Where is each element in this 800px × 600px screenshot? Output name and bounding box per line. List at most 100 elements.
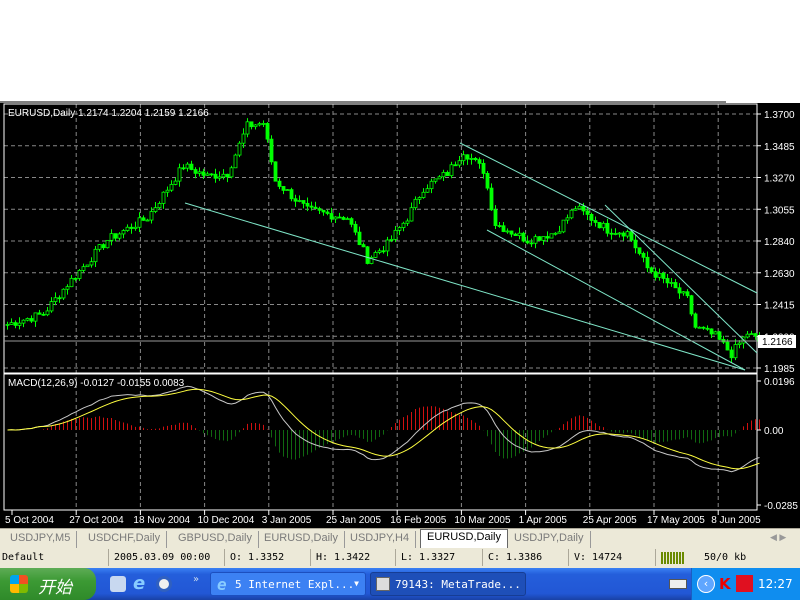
- candle-bull: [745, 333, 750, 338]
- candle-bear: [349, 218, 354, 225]
- candle-bull: [173, 180, 178, 185]
- tab-eurusd-daily[interactable]: EURUSD,Daily: [258, 531, 345, 548]
- candle-bull: [557, 231, 562, 234]
- candle-bull: [613, 233, 618, 235]
- candle-bear: [365, 246, 370, 264]
- quicklaunch-more-icon[interactable]: »: [193, 574, 199, 585]
- candle-bear: [485, 173, 490, 189]
- candle-bear: [281, 186, 286, 191]
- date-axis-label: 5 Oct 2004: [5, 515, 54, 526]
- candle-bear: [249, 121, 254, 128]
- candle-bull: [377, 250, 382, 253]
- dropdown-arrow-icon: ▼: [354, 579, 359, 588]
- candle-bear: [629, 231, 634, 241]
- candle-bull: [577, 205, 582, 210]
- candle-bull: [417, 197, 422, 200]
- trendline[interactable]: [604, 204, 758, 354]
- candle-bear: [141, 217, 146, 221]
- candle-bull: [45, 310, 50, 316]
- quicklaunch-media-icon[interactable]: [156, 576, 172, 592]
- tray-expand-icon[interactable]: ‹: [697, 575, 715, 593]
- candle-bear: [641, 253, 646, 258]
- candle-bull: [53, 297, 58, 302]
- candle-bull: [505, 230, 510, 233]
- candle-bear: [361, 244, 366, 248]
- candle-bear: [673, 282, 678, 289]
- candle-bear: [277, 180, 282, 187]
- candle-bull: [69, 277, 74, 288]
- price-axis-label: 1.3270: [764, 174, 795, 185]
- date-axis-label: 25 Jan 2005: [326, 515, 381, 526]
- candle-bear: [13, 322, 18, 326]
- candle-bull: [625, 231, 630, 237]
- candle-bear: [193, 169, 198, 174]
- start-button[interactable]: 开始: [0, 568, 96, 600]
- network-icon[interactable]: [736, 575, 753, 592]
- taskbar: 开始 e » e 5 Internet Expl... ▼ 79143: Met…: [0, 568, 800, 600]
- tab-usdjpy-daily[interactable]: USDJPY,Daily: [508, 531, 591, 548]
- candle-bear: [685, 291, 690, 297]
- connection-indicator-icon: [661, 552, 684, 564]
- macd-info: MACD(12,26,9) -0.0127 -0.0155 0.0083: [8, 378, 185, 389]
- candle-bull: [409, 207, 414, 222]
- candle-bear: [645, 256, 650, 269]
- candle-bull: [133, 226, 138, 229]
- candle-bull: [77, 270, 82, 279]
- candle-bear: [581, 205, 586, 212]
- antivirus-icon[interactable]: K: [719, 575, 731, 593]
- candle-bear: [665, 278, 670, 284]
- candle-bull: [17, 322, 22, 326]
- candle-bear: [653, 271, 658, 278]
- candle-bear: [305, 202, 310, 207]
- tab-gbpusd-daily[interactable]: GBPUSD,Daily: [172, 531, 259, 548]
- tab-scroll-arrows[interactable]: ◀ ▶: [770, 532, 786, 543]
- candle-bull: [681, 291, 686, 294]
- candle-bear: [265, 123, 270, 140]
- chart-window[interactable]: EURUSD,Daily 1.2174 1.2204 1.2159 1.2166…: [0, 103, 800, 528]
- candle-bear: [649, 267, 654, 273]
- candle-bear: [729, 349, 734, 359]
- quicklaunch-outlook-icon[interactable]: [110, 576, 126, 592]
- keyboard-icon[interactable]: [669, 579, 687, 589]
- price-axis-label: 1.3485: [764, 142, 795, 153]
- candle-bull: [333, 216, 338, 220]
- tab-usdjpy-h4[interactable]: USDJPY,H4: [344, 531, 417, 548]
- candle-bear: [201, 171, 206, 176]
- taskbar-task-ie[interactable]: e 5 Internet Expl... ▼: [210, 572, 366, 596]
- date-axis-label: 10 Dec 2004: [198, 515, 255, 526]
- candle-bull: [457, 160, 462, 166]
- candle-bull: [97, 244, 102, 250]
- blank-area: [0, 0, 800, 101]
- candle-bull: [237, 142, 242, 156]
- taskbar-task-metatrader[interactable]: 79143: MetaTrade...: [370, 572, 526, 596]
- tab-eurusd-daily-active[interactable]: EURUSD,Daily: [420, 529, 508, 549]
- candle-bull: [437, 176, 442, 180]
- current-price: 1.2166: [762, 337, 793, 348]
- candle-bear: [189, 163, 194, 170]
- trendline[interactable]: [459, 142, 758, 294]
- candle-bull: [197, 171, 202, 174]
- candle-bear: [225, 173, 230, 178]
- candle-bear: [317, 208, 322, 211]
- price-axis-label: 1.2840: [764, 237, 795, 248]
- candle-bull: [125, 226, 130, 231]
- candle-bear: [637, 247, 642, 254]
- date-axis-label: 8 Jun 2005: [711, 515, 761, 526]
- candle-bull: [385, 239, 390, 252]
- candle-bull: [93, 248, 98, 263]
- quicklaunch-ie-icon[interactable]: e: [133, 573, 145, 594]
- chart-canvas[interactable]: EURUSD,Daily 1.2174 1.2204 1.2159 1.2166…: [0, 103, 800, 528]
- candle-bear: [677, 287, 682, 294]
- chart-symbol-info: EURUSD,Daily 1.2174 1.2204 1.2159 1.2166: [8, 108, 209, 119]
- tab-usdchf-daily[interactable]: USDCHF,Daily: [82, 531, 168, 548]
- candle-bear: [273, 161, 278, 182]
- candle-bull: [401, 222, 406, 228]
- candle-bull: [549, 233, 554, 239]
- candle-bull: [257, 123, 262, 126]
- candle-bull: [737, 342, 742, 345]
- candle-bull: [21, 319, 26, 324]
- candle-bear: [717, 331, 722, 340]
- candle-bear: [493, 209, 498, 226]
- tab-usdjpy-m5[interactable]: USDJPY,M5: [4, 531, 78, 548]
- candle-bull: [461, 154, 466, 162]
